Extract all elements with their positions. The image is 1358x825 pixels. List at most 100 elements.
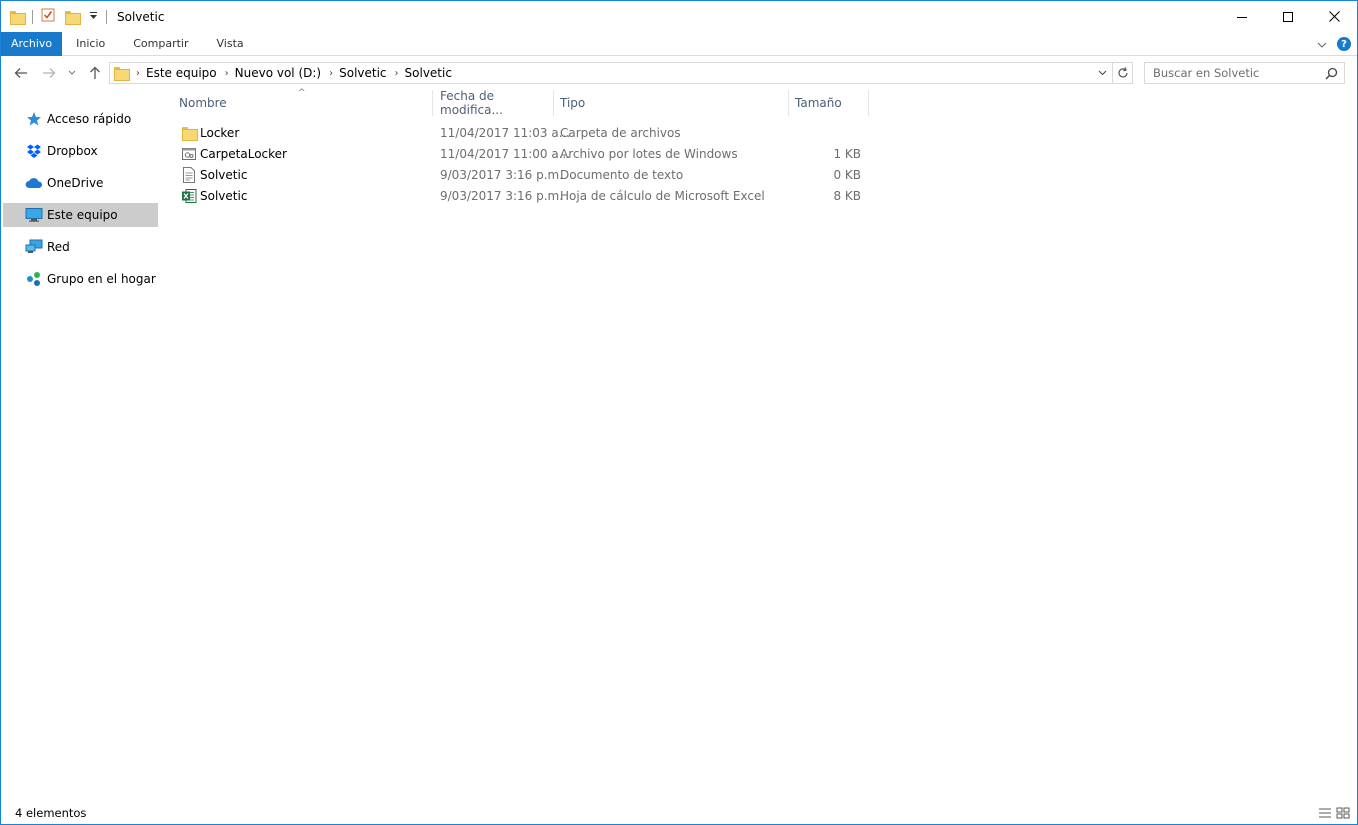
back-arrow-icon[interactable] — [11, 63, 31, 83]
file-type: Archivo por lotes de Windows — [560, 146, 738, 161]
search-box — [1144, 62, 1345, 84]
folder-icon — [10, 10, 26, 25]
file-date: 9/03/2017 3:16 p.m. — [440, 188, 564, 203]
tab-inicio[interactable]: Inicio — [62, 32, 119, 56]
file-row[interactable]: Locker 11/04/2017 11:03 a... Carpeta de … — [173, 122, 873, 143]
breadcrumb-chevron-icon[interactable]: › — [395, 68, 399, 79]
breadcrumb-solvetic-parent[interactable]: Solvetic — [339, 66, 386, 80]
network-icon — [25, 239, 43, 255]
refresh-button[interactable] — [1113, 62, 1133, 84]
file-size: 8 KB — [833, 188, 861, 203]
breadcrumb-este-equipo[interactable]: Este equipo — [146, 66, 217, 80]
star-icon — [25, 111, 43, 127]
ribbon-right-controls: ? — [1317, 32, 1351, 56]
window-controls — [1219, 1, 1357, 32]
status-bar: 4 elementos — [1, 802, 1357, 824]
sidebar-item-label: Acceso rápido — [47, 112, 132, 126]
sidebar-item-onedrive[interactable]: OneDrive — [3, 171, 158, 195]
sidebar-item-label: OneDrive — [47, 176, 104, 190]
file-type: Hoja de cálculo de Microsoft Excel — [560, 188, 765, 203]
address-dropdown-icon[interactable] — [1092, 63, 1112, 83]
address-bar[interactable]: › Este equipo › Nuevo vol (D:) › Solveti… — [109, 62, 1113, 84]
file-row[interactable]: Solvetic 9/03/2017 3:16 p.m. Hoja de cál… — [173, 185, 873, 206]
file-row[interactable]: CarpetaLocker 11/04/2017 11:00 a... Arch… — [173, 143, 873, 164]
sidebar-item-label: Grupo en el hogar — [47, 272, 156, 286]
customize-dropdown-icon[interactable] — [89, 10, 98, 24]
file-size: 0 KB — [833, 167, 861, 182]
properties-check-icon[interactable] — [41, 8, 55, 25]
breadcrumb-chevron-icon[interactable]: › — [329, 68, 333, 79]
details-view-icon[interactable] — [1317, 805, 1333, 821]
dropbox-icon — [25, 143, 43, 159]
breadcrumb-chevron-icon[interactable]: › — [136, 68, 140, 79]
file-row[interactable]: Solvetic 9/03/2017 3:16 p.m. Documento d… — [173, 164, 873, 185]
refresh-icon — [1117, 67, 1128, 78]
column-header-nombre[interactable]: Nombre — [173, 90, 433, 116]
file-name: CarpetaLocker — [200, 146, 287, 161]
navigation-bar: › Este equipo › Nuevo vol (D:) › Solveti… — [1, 57, 1357, 89]
new-folder-icon[interactable] — [65, 10, 81, 25]
text-file-icon — [181, 166, 197, 183]
excel-file-icon — [181, 188, 197, 204]
search-input[interactable] — [1145, 66, 1315, 80]
column-headers: ^ Nombre Fecha de modifica... Tipo Tamañ… — [173, 88, 873, 117]
sidebar-item-label: Dropbox — [47, 144, 98, 158]
minimize-button[interactable] — [1219, 1, 1265, 32]
maximize-button[interactable] — [1265, 1, 1311, 32]
file-name-cell: Solvetic — [181, 164, 247, 185]
homegroup-icon — [25, 271, 43, 287]
batch-file-icon — [181, 146, 197, 162]
file-type: Carpeta de archivos — [560, 125, 681, 140]
help-icon[interactable]: ? — [1337, 37, 1351, 51]
file-name: Locker — [200, 125, 240, 140]
ribbon-tabs: Archivo Inicio Compartir Vista ? — [1, 31, 1357, 56]
quick-access-toolbar — [1, 1, 111, 32]
file-name-cell: Locker — [181, 122, 239, 143]
search-icon[interactable] — [1325, 67, 1338, 83]
breadcrumb-chevron-icon[interactable]: › — [225, 68, 229, 79]
sidebar-item-label: Red — [47, 240, 70, 254]
folder-icon — [181, 125, 198, 141]
file-size: 1 KB — [833, 146, 861, 161]
large-icons-view-icon[interactable] — [1335, 805, 1351, 821]
file-date: 11/04/2017 11:00 a... — [440, 146, 571, 161]
breadcrumb-solvetic-current[interactable]: Solvetic — [405, 66, 452, 80]
sidebar-item-label: Este equipo — [47, 208, 118, 222]
folder-icon — [114, 67, 130, 81]
file-name-cell: CarpetaLocker — [181, 143, 287, 164]
file-size — [789, 122, 861, 143]
recent-locations-chevron-icon[interactable] — [65, 63, 79, 83]
title-bar: Solvetic — [1, 1, 1357, 32]
navigation-pane: Acceso rápido Dropbox OneDrive Este equi… — [1, 89, 159, 789]
close-button[interactable] — [1311, 1, 1357, 32]
view-toggle-group — [1317, 805, 1351, 821]
explorer-window: Solvetic Archivo Inicio Compartir Vista … — [0, 0, 1358, 825]
tab-vista[interactable]: Vista — [203, 32, 258, 56]
window-title: Solvetic — [117, 9, 165, 24]
column-header-fecha[interactable]: Fecha de modifica... — [434, 89, 554, 117]
item-count: 4 elementos — [15, 806, 87, 820]
file-date: 11/04/2017 11:03 a... — [440, 125, 571, 140]
expand-ribbon-icon[interactable] — [1317, 37, 1327, 51]
column-header-tipo[interactable]: Tipo — [554, 90, 789, 116]
sidebar-item-este-equipo[interactable]: Este equipo — [3, 203, 158, 227]
sidebar-item-dropbox[interactable]: Dropbox — [3, 139, 158, 163]
cloud-icon — [25, 175, 43, 191]
file-name: Solvetic — [200, 167, 248, 182]
file-date: 9/03/2017 3:16 p.m. — [440, 167, 564, 182]
up-arrow-icon[interactable] — [86, 63, 104, 83]
file-list: Locker 11/04/2017 11:03 a... Carpeta de … — [173, 122, 873, 206]
sidebar-item-acceso-rapido[interactable]: Acceso rápido — [3, 107, 158, 131]
tab-archivo[interactable]: Archivo — [1, 31, 63, 56]
sidebar-item-grupo-hogar[interactable]: Grupo en el hogar — [3, 267, 158, 291]
column-header-tamano[interactable]: Tamaño — [789, 90, 869, 116]
toolbar-separator — [32, 9, 33, 24]
file-type: Documento de texto — [560, 167, 684, 182]
file-name: Solvetic — [200, 188, 248, 203]
sidebar-item-red[interactable]: Red — [3, 235, 158, 259]
toolbar-separator — [106, 9, 107, 24]
tab-compartir[interactable]: Compartir — [119, 32, 202, 56]
file-name-cell: Solvetic — [181, 185, 247, 206]
breadcrumb-nuevo-vol[interactable]: Nuevo vol (D:) — [235, 66, 321, 80]
forward-arrow-icon[interactable] — [39, 63, 59, 83]
